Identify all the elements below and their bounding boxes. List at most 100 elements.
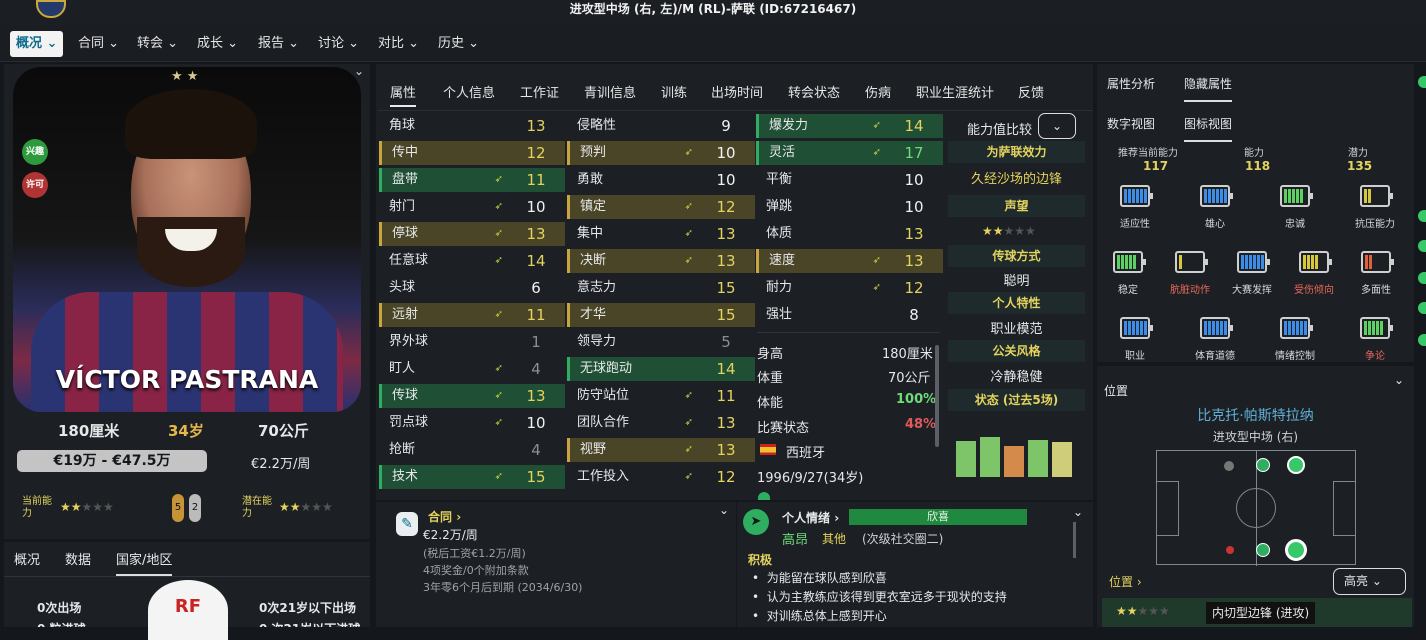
- tab-attributes[interactable]: 属性: [390, 81, 417, 107]
- transfer-value-bar[interactable]: €19万 - €47.5万: [17, 450, 207, 472]
- attribute-row[interactable]: 技术 15 ➶: [379, 465, 565, 489]
- position-dot: [1226, 546, 1234, 554]
- nav-contract[interactable]: 合同 ⌄: [72, 31, 125, 57]
- info-scrollbar[interactable]: [935, 345, 939, 447]
- attribute-row[interactable]: 防守站位 11 ➶: [567, 384, 755, 408]
- attribute-row[interactable]: 才华 15: [567, 303, 755, 327]
- contract-link[interactable]: 合同 ›: [428, 508, 461, 525]
- tab-youth[interactable]: 青训信息: [584, 81, 636, 107]
- tab-injuries[interactable]: 伤病: [865, 81, 891, 107]
- tab-career-stats[interactable]: 职业生涯统计: [916, 81, 994, 107]
- mood-link[interactable]: 个人情绪 ›: [782, 509, 839, 526]
- attribute-row[interactable]: 角球 13: [379, 114, 565, 138]
- tab-training[interactable]: 训练: [661, 81, 687, 107]
- trend-arrow-icon: ➶: [684, 471, 693, 482]
- battery-icon[interactable]: [1299, 251, 1332, 273]
- positions-link[interactable]: 位置 ›: [1109, 573, 1142, 590]
- tab-overview[interactable]: 概况: [14, 549, 40, 568]
- battery-icon[interactable]: [1120, 317, 1153, 339]
- attribute-row[interactable]: 团队合作 13 ➶: [567, 411, 755, 435]
- tab-icon-view[interactable]: 图标视图: [1184, 115, 1233, 142]
- battery-icon[interactable]: [1360, 317, 1393, 339]
- battery-icon[interactable]: [1280, 185, 1313, 207]
- nav-history[interactable]: 历史 ⌄: [432, 31, 485, 57]
- battery-icon[interactable]: [1360, 185, 1393, 207]
- tab-work-permit[interactable]: 工作证: [520, 81, 559, 107]
- battery-icon[interactable]: [1120, 185, 1153, 207]
- battery-icon[interactable]: [1175, 251, 1208, 273]
- attribute-row[interactable]: 传中 12: [379, 141, 565, 165]
- attribute-row[interactable]: 体质 13: [756, 222, 943, 246]
- attribute-row[interactable]: 镇定 12 ➶: [567, 195, 755, 219]
- tab-feedback[interactable]: 反馈: [1018, 81, 1044, 107]
- attribute-row[interactable]: 灵活 17 ➶: [756, 141, 943, 165]
- attribute-row[interactable]: 强壮 8: [756, 303, 943, 327]
- highlight-dropdown[interactable]: 高亮 ⌄: [1333, 568, 1406, 595]
- attribute-row[interactable]: 耐力 12 ➶: [756, 276, 943, 300]
- tab-nation[interactable]: 国家/地区: [116, 549, 173, 576]
- attribute-row[interactable]: 平衡 10: [756, 168, 943, 192]
- tab-number-view[interactable]: 数字视图: [1107, 115, 1155, 132]
- tab-personal-info[interactable]: 个人信息: [443, 81, 495, 107]
- attribute-row[interactable]: 领导力 5: [567, 330, 755, 354]
- attribute-row[interactable]: 远射 11 ➶: [379, 303, 565, 327]
- attribute-value: 13: [526, 387, 546, 405]
- permit-badge[interactable]: 许可: [22, 172, 48, 198]
- attribute-row[interactable]: 弹跳 10: [756, 195, 943, 219]
- trend-arrow-icon: ➶: [872, 255, 881, 266]
- attribute-row[interactable]: 界外球 1: [379, 330, 565, 354]
- attribute-row[interactable]: 速度 13 ➶: [756, 249, 943, 273]
- battery-icon[interactable]: [1361, 251, 1394, 273]
- nav-discussion[interactable]: 讨论 ⌄: [312, 31, 365, 57]
- nav-reports[interactable]: 报告 ⌄: [252, 31, 305, 57]
- position-chevron-icon[interactable]: ⌄: [1394, 373, 1404, 387]
- attribute-row[interactable]: 任意球 14 ➶: [379, 249, 565, 273]
- attribute-row[interactable]: 视野 13 ➶: [567, 438, 755, 462]
- compare-dropdown-chevron-icon[interactable]: ⌄: [1038, 113, 1076, 139]
- attribute-row[interactable]: 罚点球 10 ➶: [379, 411, 565, 435]
- tab-attribute-analysis[interactable]: 属性分析: [1107, 75, 1155, 92]
- battery-icon[interactable]: [1200, 185, 1233, 207]
- form-bar: [956, 441, 976, 477]
- attribute-row[interactable]: 停球 13 ➶: [379, 222, 565, 246]
- attribute-label: 平衡: [766, 172, 793, 187]
- battery-icon[interactable]: [1237, 251, 1270, 273]
- attribute-row[interactable]: 勇敢 10: [567, 168, 755, 192]
- battery-icon[interactable]: [1200, 317, 1233, 339]
- trend-arrow-icon: ➶: [494, 228, 503, 239]
- attribute-row[interactable]: 意志力 15: [567, 276, 755, 300]
- contract-chevron-icon[interactable]: ⌄: [719, 503, 729, 517]
- tab-playing-time[interactable]: 出场时间: [711, 81, 763, 107]
- nav-development[interactable]: 成长 ⌄: [191, 31, 244, 57]
- attribute-row[interactable]: 无球跑动 14: [567, 357, 755, 381]
- nav-transfer[interactable]: 转会 ⌄: [131, 31, 184, 57]
- battery-icon[interactable]: [1113, 251, 1146, 273]
- attribute-row[interactable]: 传球 13 ➶: [379, 384, 565, 408]
- attribute-row[interactable]: 工作投入 12 ➶: [567, 465, 755, 489]
- attribute-row[interactable]: 决断 13 ➶: [567, 249, 755, 273]
- attribute-row[interactable]: 头球 6: [379, 276, 565, 300]
- attribute-label: 侵略性: [577, 118, 617, 133]
- battery-icon[interactable]: [1280, 317, 1313, 339]
- reputation-title: 声望: [948, 195, 1085, 217]
- attribute-row[interactable]: 爆发力 14 ➶: [756, 114, 943, 138]
- card-menu-chevron-icon[interactable]: ⌄: [354, 64, 364, 78]
- attribute-row[interactable]: 射门 10 ➶: [379, 195, 565, 219]
- attribute-row[interactable]: 侵略性 9: [567, 114, 755, 138]
- attribute-row[interactable]: 抢断 4: [379, 438, 565, 462]
- attribute-row[interactable]: 集中 13 ➶: [567, 222, 755, 246]
- mood-chevron-icon[interactable]: ⌄: [1073, 505, 1083, 519]
- tab-hidden-attributes[interactable]: 隐藏属性: [1184, 75, 1233, 102]
- nav-overview[interactable]: 概况 ⌄: [10, 31, 64, 57]
- attribute-row[interactable]: 预判 10 ➶: [567, 141, 755, 165]
- interest-badge[interactable]: 兴趣: [22, 139, 48, 165]
- tab-stats[interactable]: 数据: [65, 549, 91, 568]
- tab-transfer-status[interactable]: 转会状态: [788, 81, 840, 107]
- mood-scrollbar[interactable]: [1073, 522, 1076, 558]
- position-dot: [1256, 543, 1270, 557]
- page-title: 进攻型中场 (右, 左)/M (RL)-萨联 (ID:67216467): [569, 2, 857, 16]
- attribute-row[interactable]: 盘带 11 ➶: [379, 168, 565, 192]
- nav-compare[interactable]: 对比 ⌄: [372, 31, 425, 57]
- attribute-row[interactable]: 盯人 4 ➶: [379, 357, 565, 381]
- trend-arrow-icon: ➶: [494, 309, 503, 320]
